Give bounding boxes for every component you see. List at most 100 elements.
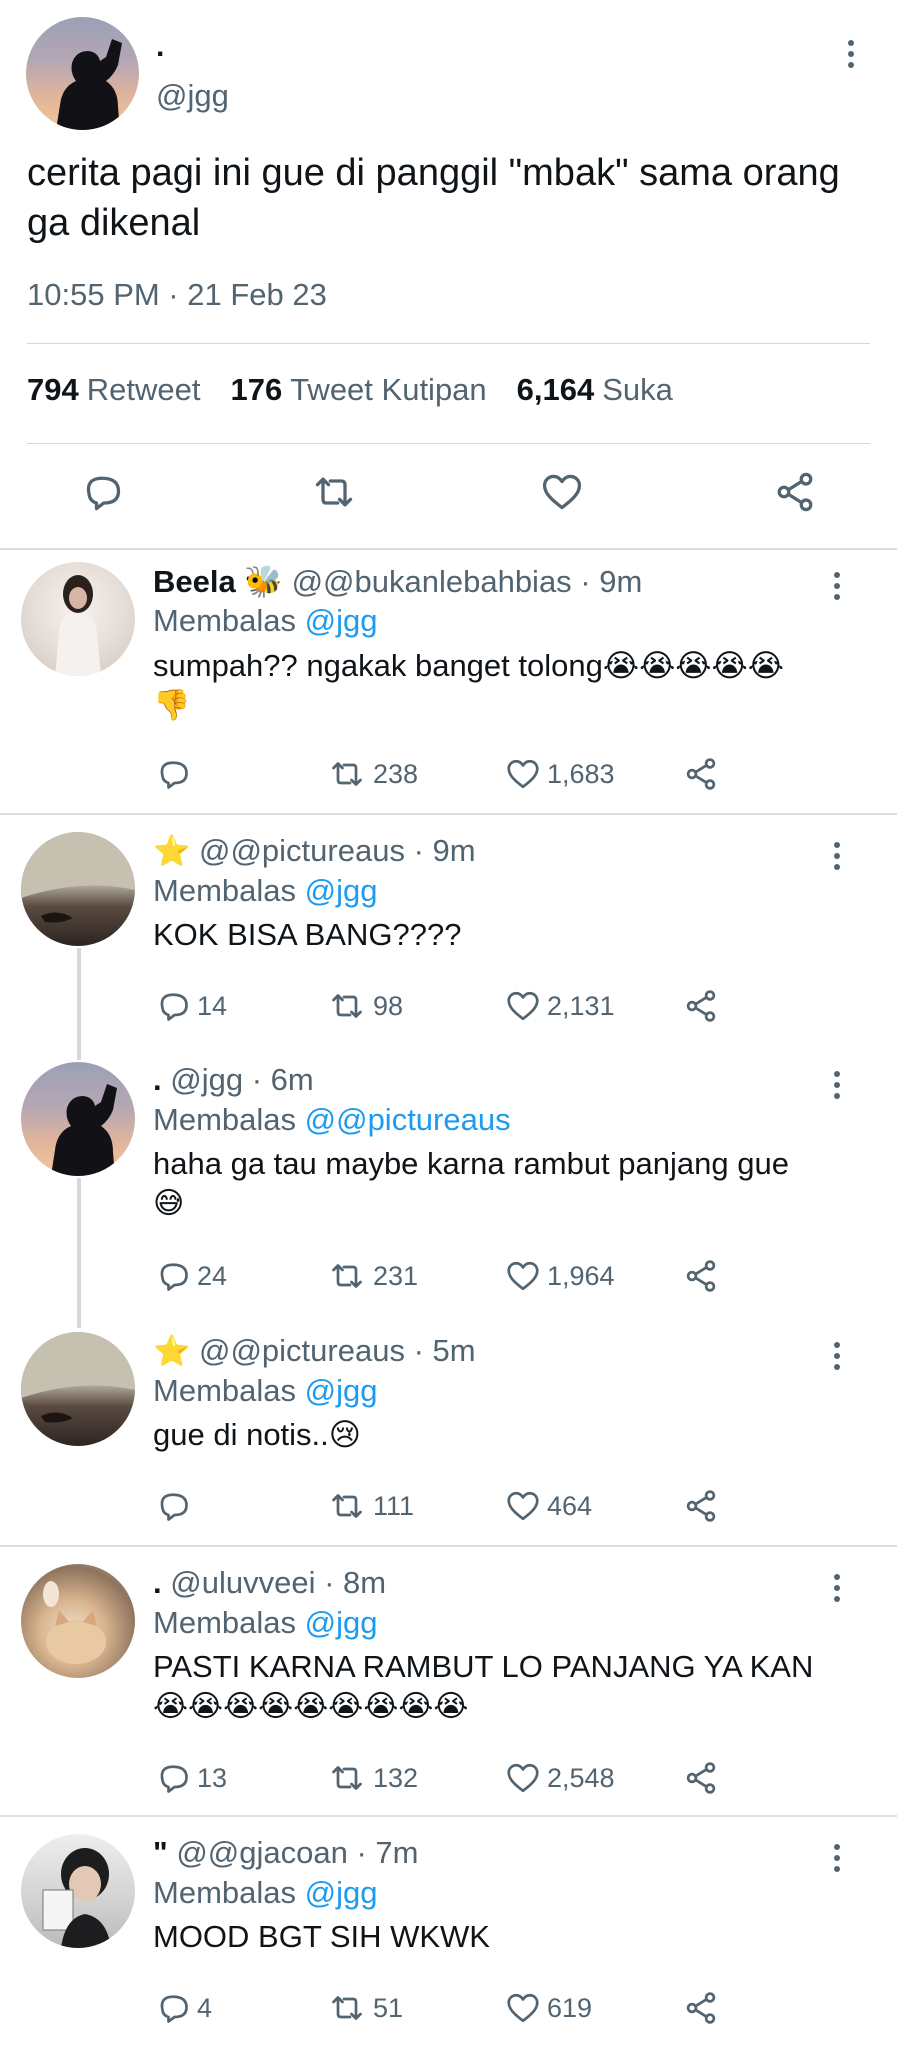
retweet-icon [332,1264,362,1288]
like-button[interactable]: 2,131 [505,988,615,1024]
author-handle-time[interactable]: @@gjacoan · 7m [176,1835,418,1870]
replying-to-link[interactable]: @jgg [305,1605,378,1640]
reply-icon [160,1765,188,1793]
replying-to-link[interactable]: @@pictureaus [305,1102,511,1137]
retweet-button[interactable]: 51 [327,1990,403,2026]
share-icon[interactable] [683,1760,719,1796]
reply-icon [160,1493,188,1521]
avatar[interactable] [21,562,135,676]
reply-tweet[interactable]: ⭐ @@pictureaus · 9m Membalas @jgg KOK BI… [0,815,897,1045]
replying-to: Membalas @jgg [153,603,378,638]
share-icon[interactable] [683,988,719,1024]
author-name[interactable]: . [153,1565,162,1600]
replying-to-link[interactable]: @jgg [305,1373,378,1408]
reply-header: ⭐ @@pictureaus · 9m [153,833,476,869]
author-name[interactable]: " [153,1835,168,1870]
reply-icon [160,993,188,1021]
like-button[interactable]: 1,964 [505,1258,615,1294]
like-icon [507,759,539,789]
avatar[interactable] [21,1834,135,1948]
reply-tweet[interactable]: . @jgg · 6m Membalas @@pictureaus haha g… [0,1045,897,1315]
reply-icon[interactable] [155,756,197,792]
retweet-button[interactable]: 238 [327,756,418,792]
author-name[interactable]: Beela 🐝 [153,564,283,599]
author-name[interactable]: ⭐ [153,1334,190,1369]
more-icon[interactable] [822,1336,852,1376]
reply-text: haha ga tau maybe karna rambut panjang g… [153,1146,789,1221]
reply-tweet[interactable]: . @uluvveei · 8m Membalas @jgg PASTI KAR… [0,1547,897,1815]
share-icon[interactable] [683,1990,719,2026]
reply-icon [160,1995,188,2023]
reply-action-bar: 24 231 1,964 [0,1258,897,1298]
replying-to: Membalas @jgg [153,873,378,908]
share-icon[interactable] [683,1258,719,1294]
author-handle[interactable]: @jgg [156,78,229,114]
main-action-bar [0,470,897,520]
replying-to: Membalas @jgg [153,1605,378,1640]
like-button[interactable]: 2,548 [505,1760,615,1796]
share-icon[interactable] [772,470,818,514]
reply-header: . @jgg · 6m [153,1062,314,1098]
retweet-button[interactable]: 111 [327,1488,414,1524]
avatar[interactable] [21,1564,135,1678]
replying-to-link[interactable]: @jgg [305,1875,378,1910]
replying-to: Membalas @jgg [153,1373,378,1408]
reply-button[interactable]: 4 [155,1990,212,2026]
more-icon[interactable] [822,1065,852,1105]
reply-tweet[interactable]: " @@gjacoan · 7m Membalas @jgg MOOD BGT … [0,1817,897,2048]
quote-stat[interactable]: 176 Tweet Kutipan [230,372,486,408]
more-icon[interactable] [822,836,852,876]
reply-tweet[interactable]: ⭐ @@pictureaus · 5m Membalas @jgg gue di… [0,1315,897,1545]
author-handle-time[interactable]: @uluvveei · 8m [170,1565,386,1600]
avatar[interactable] [21,832,135,946]
author-handle-time[interactable]: @@pictureaus · 5m [199,1333,476,1368]
author-handle-time[interactable]: @@pictureaus · 9m [199,833,476,868]
reply-button[interactable]: 24 [155,1258,227,1294]
replying-to-link[interactable]: @jgg [305,603,378,638]
like-count: 1,964 [547,1260,615,1291]
author-name[interactable]: . [156,30,164,64]
replying-to-link[interactable]: @jgg [305,873,378,908]
reply-button[interactable]: 14 [155,988,227,1024]
like-icon [507,1491,539,1521]
author-handle-time[interactable]: @jgg · 6m [170,1062,313,1097]
retweet-count: 231 [373,1260,419,1291]
avatar[interactable] [21,1332,135,1446]
author-handle-time[interactable]: @@bukanlebahbias · 9m [292,564,643,599]
reply-icon[interactable] [80,470,124,514]
tweet-timestamp[interactable]: 10:55 PM · 21 Feb 23 [27,277,327,313]
like-button[interactable]: 464 [505,1488,592,1524]
more-icon[interactable] [822,566,852,606]
share-icon[interactable] [683,756,719,792]
author-name[interactable]: . [153,1062,162,1097]
like-button[interactable]: 1,683 [505,756,615,792]
author-name[interactable]: ⭐ [153,834,190,869]
avatar[interactable] [21,1062,135,1176]
avatar[interactable] [26,17,139,130]
reply-text: gue di notis..😢 [153,1417,362,1452]
share-icon[interactable] [683,1488,719,1524]
retweet-count: 98 [373,990,404,1021]
more-icon[interactable] [822,1838,852,1878]
reply-header: ⭐ @@pictureaus · 5m [153,1333,476,1369]
reply-tweet[interactable]: Beela 🐝 @@bukanlebahbias · 9m Membalas @… [0,550,897,812]
reply-button[interactable] [155,1488,197,1524]
like-count: 1,683 [547,758,615,789]
retweet-stat[interactable]: 794 Retweet [27,372,200,408]
like-stat[interactable]: 6,164 Suka [517,372,673,408]
reply-count: 13 [197,1762,228,1793]
reply-button[interactable]: 13 [155,1760,227,1796]
more-icon[interactable] [822,1568,852,1608]
like-count: 464 [547,1490,593,1521]
retweet-button[interactable]: 132 [327,1760,418,1796]
like-button[interactable]: 619 [505,1990,592,2026]
retweet-button[interactable]: 231 [327,1258,418,1294]
retweet-icon [332,1996,362,2020]
more-icon[interactable] [836,34,866,74]
retweet-button[interactable]: 98 [327,988,403,1024]
replying-to: Membalas @@pictureaus [153,1102,511,1137]
like-icon[interactable] [540,470,584,514]
retweet-icon[interactable] [310,470,358,514]
retweet-count: 132 [373,1762,419,1793]
like-count: 2,131 [547,990,615,1021]
